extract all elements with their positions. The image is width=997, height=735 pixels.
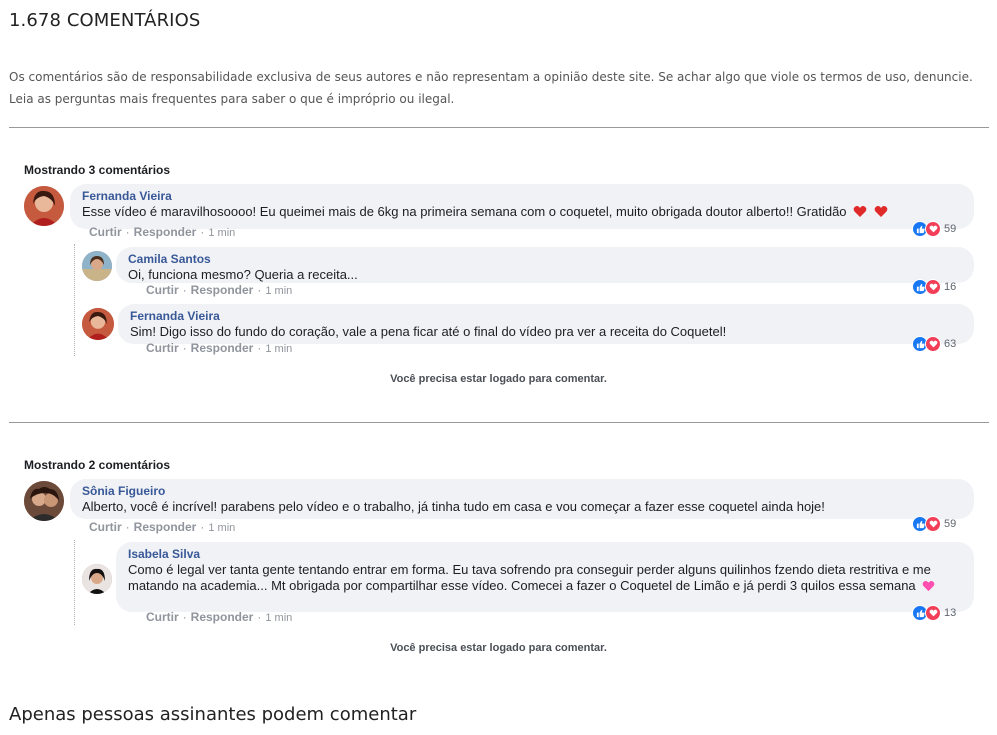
- login-required-message: Você precisa estar logado para comentar.: [390, 373, 607, 385]
- comments-disclaimer: Os comentários são de responsabilidade e…: [9, 70, 973, 106]
- comment-time: 1 min: [265, 343, 293, 355]
- avatar[interactable]: [82, 564, 112, 594]
- reactions-count: 16: [944, 281, 957, 293]
- comment-author[interactable]: Fernanda Vieira: [82, 189, 962, 204]
- comment-time: 1 min: [265, 285, 293, 297]
- login-required-message: Você precisa estar logado para comentar.: [390, 642, 607, 654]
- avatar[interactable]: [24, 481, 64, 521]
- reply-thread-line: [74, 540, 75, 625]
- comment-actions: Curtir · Responder · 1 min: [89, 520, 236, 534]
- heart-icon: [853, 206, 867, 217]
- love-reaction-icon: [925, 221, 941, 237]
- comment-text: Oi, funciona mesmo? Queria a receita...: [128, 267, 358, 282]
- comment-actions: Curtir · Responder · 1 min: [89, 225, 236, 239]
- heart-icon: [874, 206, 888, 217]
- like-link[interactable]: Curtir: [146, 341, 179, 355]
- comment-text: Sim! Digo isso do fundo do coração, vale…: [130, 324, 727, 339]
- reply-link[interactable]: Responder: [134, 520, 197, 534]
- divider-top: [9, 127, 989, 128]
- comment-actions: Curtir · Responder · 1 min: [146, 610, 293, 624]
- comment-text: Como é legal ver tanta gente tentando en…: [128, 562, 962, 594]
- reactions-summary[interactable]: 59: [912, 221, 956, 237]
- showing-count: Mostrando 2 comentários: [24, 458, 171, 472]
- like-link[interactable]: Curtir: [89, 225, 122, 239]
- comment-actions: Curtir · Responder · 1 min: [146, 341, 293, 355]
- comment-bubble: Isabela Silva Como é legal ver tanta gen…: [116, 542, 974, 612]
- like-link[interactable]: Curtir: [146, 283, 179, 297]
- avatar[interactable]: [82, 251, 112, 281]
- pink-heart-icon: [922, 580, 935, 592]
- divider-middle: [9, 422, 989, 423]
- reactions-summary[interactable]: 63: [912, 336, 956, 352]
- reactions-summary[interactable]: 59: [912, 516, 956, 532]
- showing-count: Mostrando 3 comentários: [24, 163, 171, 177]
- avatar[interactable]: [82, 308, 114, 340]
- comment-bubble: Fernanda Vieira Esse vídeo é maravilhoso…: [70, 184, 974, 229]
- reactions-count: 59: [944, 518, 957, 530]
- comment-time: 1 min: [265, 612, 293, 624]
- reactions-count: 63: [944, 338, 957, 350]
- like-link[interactable]: Curtir: [89, 520, 122, 534]
- reply-link[interactable]: Responder: [191, 341, 254, 355]
- comment-author[interactable]: Fernanda Vieira: [130, 309, 962, 324]
- reactions-count: 13: [944, 607, 957, 619]
- reactions-summary[interactable]: 16: [912, 279, 956, 295]
- comment-bubble: Camila Santos Oi, funciona mesmo? Queria…: [116, 247, 974, 283]
- reply-link[interactable]: Responder: [191, 283, 254, 297]
- reactions-summary[interactable]: 13: [912, 605, 956, 621]
- comment-author[interactable]: Sônia Figueiro: [82, 484, 962, 499]
- comment-actions: Curtir · Responder · 1 min: [146, 283, 293, 297]
- reply-link[interactable]: Responder: [134, 225, 197, 239]
- avatar[interactable]: [24, 186, 64, 226]
- comment-time: 1 min: [208, 522, 236, 534]
- reply-link[interactable]: Responder: [191, 610, 254, 624]
- comment-time: 1 min: [208, 227, 236, 239]
- comment-text: Esse vídeo é maravilhosoooo! Eu queimei …: [82, 204, 962, 220]
- subscribers-only-title: Apenas pessoas assinantes podem comentar: [9, 704, 417, 725]
- comment-bubble: Sônia Figueiro Alberto, você é incrível!…: [70, 479, 974, 519]
- reactions-count: 59: [944, 223, 957, 235]
- love-reaction-icon: [925, 516, 941, 532]
- love-reaction-icon: [925, 336, 941, 352]
- love-reaction-icon: [925, 605, 941, 621]
- reply-thread-line: [74, 244, 75, 356]
- comment-author[interactable]: Camila Santos: [128, 252, 962, 267]
- comments-count-title: 1.678 COMENTÁRIOS: [9, 10, 201, 31]
- comment-text: Alberto, você é incrível! parabens pelo …: [82, 499, 825, 514]
- love-reaction-icon: [925, 279, 941, 295]
- comment-author[interactable]: Isabela Silva: [128, 547, 962, 562]
- like-link[interactable]: Curtir: [146, 610, 179, 624]
- comment-bubble: Fernanda Vieira Sim! Digo isso do fundo …: [118, 304, 974, 344]
